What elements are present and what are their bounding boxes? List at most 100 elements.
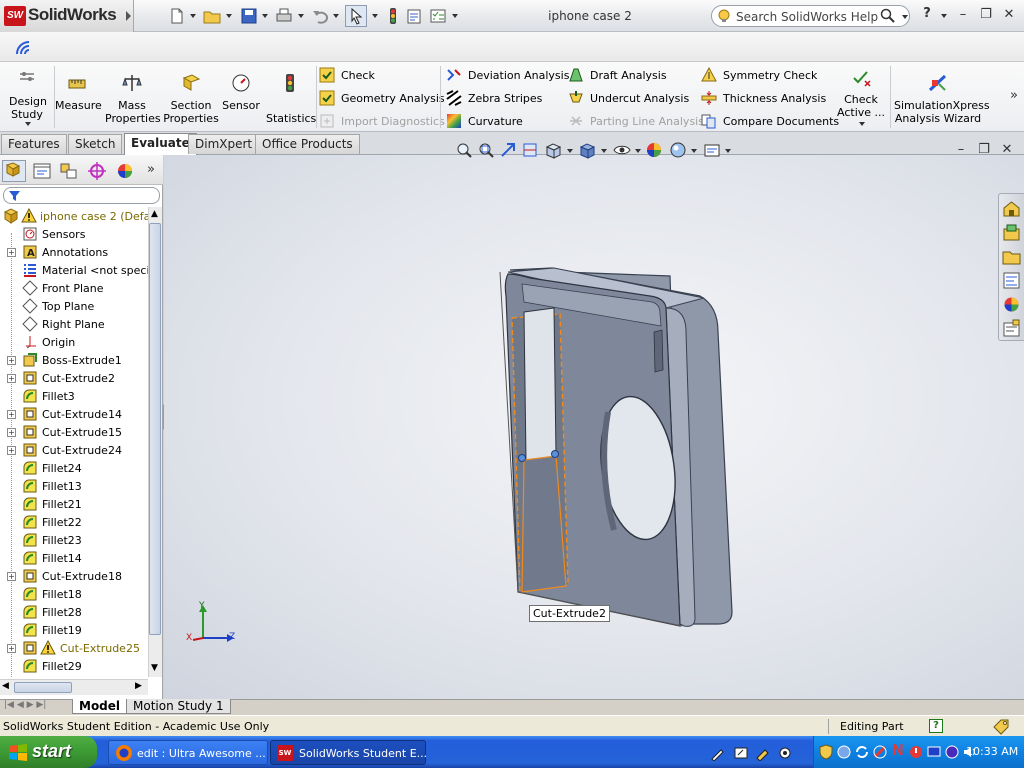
scroll-up-arrow-icon[interactable]: ▲ [151, 209, 158, 219]
tree-item[interactable]: Fillet14 [0, 549, 148, 567]
new-dropdown-arrow[interactable] [190, 14, 196, 18]
tree-item[interactable]: Fillet23 [0, 531, 148, 549]
scroll-right-arrow-icon[interactable]: ▶ [135, 681, 142, 691]
solidworks-resources-home-icon[interactable] [1002, 199, 1021, 218]
alert-tray-icon[interactable] [908, 744, 924, 760]
tree-item[interactable]: Fillet13 [0, 477, 148, 495]
save-icon[interactable] [240, 7, 258, 25]
taskbar-firefox-window[interactable]: edit : Ultra Awesome ... [108, 740, 268, 765]
print-dropdown-arrow[interactable] [298, 14, 304, 18]
apply-scene-dropdown-arrow[interactable] [691, 149, 697, 153]
doc-minimize-button[interactable]: – [954, 143, 968, 157]
check-active-dropdown-arrow[interactable] [859, 122, 865, 126]
tree-item[interactable]: + Boss-Extrude1 [0, 351, 148, 369]
scroll-down-arrow-icon[interactable]: ▼ [151, 663, 158, 673]
view-settings-dropdown-arrow[interactable] [725, 149, 731, 153]
menu-flyout-arrow-icon[interactable] [126, 11, 131, 21]
file-properties-icon[interactable] [405, 7, 423, 25]
tree-item[interactable]: Top Plane [0, 297, 148, 315]
netflix-n-icon[interactable]: N [892, 742, 904, 760]
compare-documents-button[interactable]: Compare Documents [701, 112, 839, 132]
open-dropdown-arrow[interactable] [226, 14, 232, 18]
tree-item[interactable]: Material <not specifie [0, 261, 148, 279]
tree-item[interactable]: + Cut-Extrude24 [0, 441, 148, 459]
view-settings-icon[interactable] [702, 141, 722, 159]
section-properties-button[interactable]: Section Properties [163, 72, 219, 125]
draw-tray-icon[interactable] [755, 745, 771, 761]
view-palette-icon[interactable] [1002, 271, 1021, 290]
tree-item[interactable]: Origin [0, 333, 148, 351]
propertymanager-tab[interactable] [30, 160, 54, 182]
tree-root-part[interactable]: iphone case 2 (Defaul [0, 207, 160, 225]
import-diagnostics-button[interactable]: Import Diagnostics [319, 112, 445, 132]
expand-toggle-icon[interactable]: + [7, 428, 16, 437]
restore-window-button[interactable]: ❐ [979, 8, 993, 22]
view-orientation-icon[interactable] [544, 141, 564, 159]
undercut-analysis-button[interactable]: Undercut Analysis [568, 89, 689, 109]
file-explorer-icon[interactable] [1002, 247, 1021, 266]
tab-model[interactable]: Model [72, 699, 128, 714]
new-document-icon[interactable] [168, 7, 186, 25]
tree-item[interactable]: Fillet3 [0, 387, 148, 405]
section-view-icon[interactable] [521, 141, 539, 159]
tree-item[interactable]: Right Plane [0, 315, 148, 333]
design-study-button[interactable]: Design Study [4, 68, 50, 126]
tree-item[interactable]: Fillet18 [0, 585, 148, 603]
tree-item[interactable]: Fillet19 [0, 621, 148, 639]
appearances-scenes-icon[interactable] [1002, 295, 1021, 314]
hide-show-items-icon[interactable] [612, 141, 632, 159]
geometry-analysis-button[interactable]: Geometry Analysis [319, 89, 445, 109]
check-button[interactable]: Check [319, 66, 439, 86]
messenger-tray-icon[interactable] [944, 744, 960, 760]
tree-item[interactable]: Fillet21 [0, 495, 148, 513]
start-button[interactable]: start [0, 736, 97, 768]
search-icon[interactable] [879, 8, 895, 24]
featuremanager-tab[interactable] [2, 160, 26, 182]
simulationxpress-button[interactable]: SimulationXpress Analysis Wizard [894, 72, 990, 125]
sensor-button[interactable]: Sensor [222, 72, 260, 112]
display-style-icon[interactable] [578, 141, 598, 159]
tree-vertical-scroll-thumb[interactable] [149, 223, 161, 635]
design-study-dropdown-arrow[interactable] [25, 122, 31, 126]
open-folder-icon[interactable] [203, 7, 221, 25]
display-style-dropdown-arrow[interactable] [601, 149, 607, 153]
expand-toggle-icon[interactable]: + [7, 374, 16, 383]
doc-restore-button[interactable]: ❐ [977, 143, 991, 157]
tab-features[interactable]: Features [1, 134, 67, 154]
tab-sketch[interactable]: Sketch [68, 134, 123, 154]
tab-scroll-arrows-icon[interactable]: |◀ ◀ ▶ ▶| [4, 700, 64, 714]
undo-dropdown-arrow[interactable] [333, 14, 339, 18]
custom-properties-icon[interactable] [1002, 319, 1021, 338]
tab-dimxpert[interactable]: DimXpert [188, 134, 260, 154]
tab-evaluate[interactable]: Evaluate [124, 133, 197, 155]
tag-icon[interactable] [992, 718, 1010, 735]
tree-item[interactable]: + Cut-Extrude15 [0, 423, 148, 441]
help-search-box[interactable]: Search SolidWorks Help [711, 5, 910, 27]
expand-toggle-icon[interactable]: + [7, 248, 16, 257]
tree-item[interactable]: Fillet24 [0, 459, 148, 477]
undo-icon[interactable] [311, 7, 329, 25]
select-dropdown-arrow[interactable] [372, 14, 378, 18]
pen-tool-tray-icon[interactable] [710, 745, 726, 761]
tree-item[interactable]: + Cut-Extrude14 [0, 405, 148, 423]
measure-button[interactable]: Measure [55, 72, 102, 112]
quick-tips-help-icon[interactable]: ? [929, 719, 943, 733]
expand-toggle-icon[interactable]: + [7, 446, 16, 455]
tab-motion-study-1[interactable]: Motion Study 1 [126, 699, 231, 714]
tree-item[interactable]: Front Plane [0, 279, 148, 297]
expand-toggle-icon[interactable]: + [7, 644, 16, 653]
deviation-analysis-button[interactable]: Deviation Analysis [446, 66, 569, 86]
sync-icon[interactable] [854, 744, 870, 760]
expand-toggle-icon[interactable]: + [7, 356, 16, 365]
options-icon[interactable] [429, 7, 447, 25]
search-dropdown-arrow[interactable] [902, 15, 908, 19]
tree-filter-field[interactable] [3, 187, 160, 204]
save-dropdown-arrow[interactable] [262, 14, 268, 18]
zoom-to-area-icon[interactable] [477, 141, 495, 159]
zebra-stripes-button[interactable]: Zebra Stripes [446, 89, 546, 109]
statistics-button[interactable]: Statistics [266, 72, 316, 125]
check-active-document-button[interactable]: Check Active ... [834, 66, 888, 126]
shield-icon[interactable] [818, 744, 834, 760]
options-dropdown-arrow[interactable] [452, 14, 458, 18]
view-orientation-dropdown-arrow[interactable] [567, 149, 573, 153]
